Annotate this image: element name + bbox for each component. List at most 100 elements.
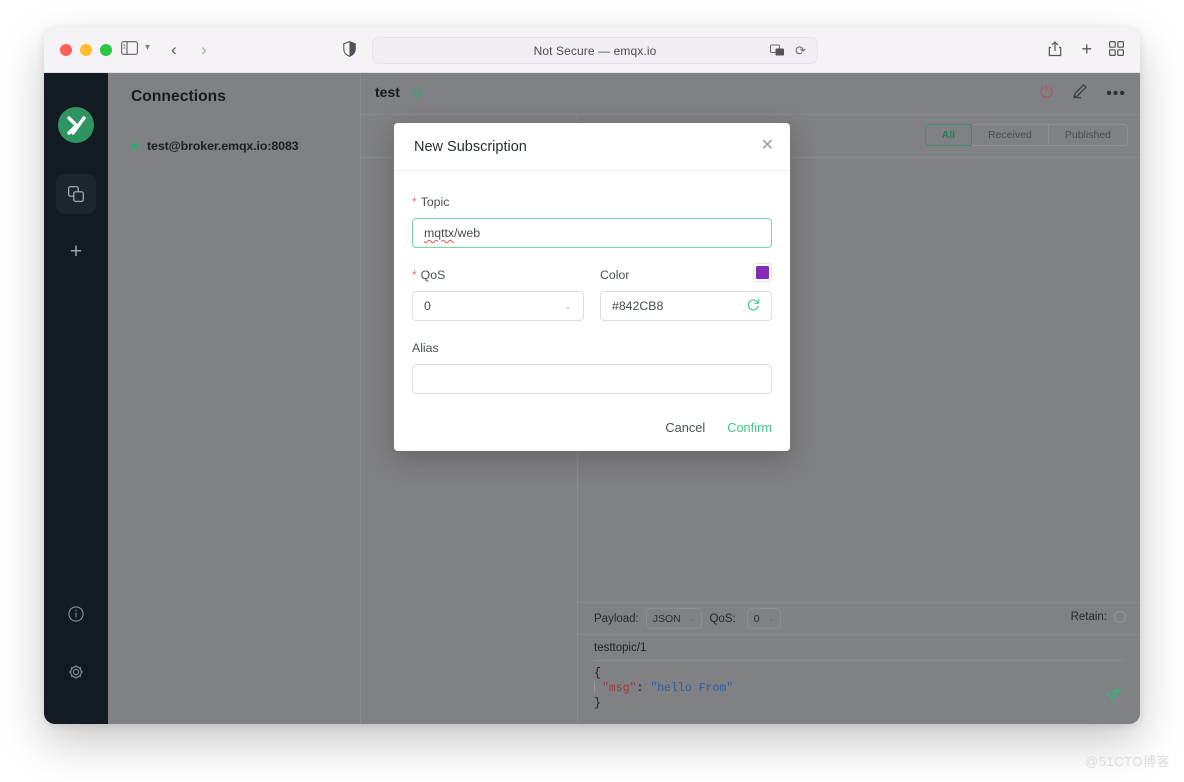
filter-received-button[interactable]: Received	[972, 124, 1049, 146]
topic-label: * Topic	[412, 195, 772, 209]
connection-header: test	[361, 73, 1140, 115]
message-filter-group: All Received Published	[925, 124, 1128, 146]
code-key: "msg"	[602, 682, 637, 695]
confirm-button[interactable]: Confirm	[727, 420, 772, 435]
browser-window: ▾ ‹ › Not Secure — emqx.io ⟳	[44, 28, 1140, 724]
chevron-down-icon: ⌄	[564, 301, 572, 312]
qos-field: * QoS 0 ⌄	[412, 268, 584, 321]
alias-field: Alias	[412, 341, 772, 394]
sidebar-item-add[interactable]: +	[56, 232, 96, 272]
more-horizontal-icon[interactable]: •••	[1106, 89, 1126, 99]
connection-header-actions: •••	[1039, 83, 1126, 104]
connection-label: test@broker.emqx.io:8083	[147, 139, 299, 153]
alias-label-text: Alias	[412, 341, 439, 355]
qos-select[interactable]: 0 ⌄	[412, 291, 584, 321]
color-swatch-inner	[756, 266, 769, 279]
connection-name: test	[375, 84, 400, 100]
send-paper-plane-icon[interactable]	[1104, 687, 1122, 710]
connections-title: Connections	[131, 88, 226, 106]
power-icon[interactable]	[1039, 84, 1054, 104]
connection-list-item[interactable]: test@broker.emqx.io:8083	[108, 125, 360, 167]
close-window-button[interactable]	[60, 44, 72, 56]
sidebar-item-info[interactable]	[56, 594, 96, 634]
publish-payload-value: JSON	[653, 613, 681, 625]
sidebar-item-connections[interactable]	[56, 174, 96, 214]
sidebar-item-settings[interactable]	[56, 652, 96, 692]
code-line-pair: "msg": "hello From"	[594, 681, 1124, 696]
qos-value: 0	[424, 299, 431, 313]
window-traffic-lights	[60, 44, 112, 56]
edit-pencil-icon[interactable]	[1072, 83, 1088, 104]
sidebar-toggle-icon[interactable]	[121, 41, 138, 55]
tab-overview-icon[interactable]	[1109, 41, 1124, 56]
mqttx-logo-icon	[58, 107, 94, 143]
publish-payload-label: Payload:	[594, 613, 639, 625]
retain-toggle[interactable]	[1114, 611, 1126, 623]
color-swatch[interactable]	[753, 263, 772, 282]
code-value: "hello From"	[650, 682, 733, 695]
required-marker: *	[412, 198, 417, 207]
retain-control[interactable]: Retain:	[1071, 611, 1126, 623]
shield-icon[interactable]	[343, 41, 356, 57]
new-tab-icon[interactable]: +	[1081, 39, 1092, 60]
qos-label-text: QoS	[421, 268, 446, 282]
reload-icon[interactable]: ⟳	[795, 43, 806, 59]
publish-payload-select[interactable]: JSON ⌄	[646, 608, 703, 629]
publish-box: Payload: JSON ⌄ QoS: 0 ⌄ Retai	[578, 602, 1140, 724]
color-label: Color	[600, 268, 772, 282]
code-open-brace: {	[594, 667, 601, 680]
dialog-title: New Subscription	[414, 139, 527, 155]
dialog-header: New Subscription ✕	[394, 123, 790, 171]
cancel-button[interactable]: Cancel	[665, 420, 705, 435]
filter-all-button[interactable]: All	[925, 124, 972, 146]
nav-forward-icon[interactable]: ›	[201, 40, 207, 60]
qos-color-row: * QoS 0 ⌄ Color	[412, 268, 772, 321]
address-bar[interactable]: Not Secure — emqx.io ⟳	[372, 37, 818, 64]
publish-payload-editor[interactable]: { "msg": "hello From" }	[594, 660, 1124, 711]
app-left-rail: +	[44, 73, 108, 724]
watermark: @51CTO博客	[1085, 751, 1170, 770]
color-label-text: Color	[600, 268, 629, 282]
alias-input[interactable]	[412, 364, 772, 394]
new-subscription-dialog: New Subscription ✕ * Topic mqttx/web	[394, 123, 790, 451]
topic-input[interactable]: mqttx/web	[412, 218, 772, 248]
filter-published-button[interactable]: Published	[1049, 124, 1128, 146]
publish-qos-label: QoS:	[709, 613, 735, 625]
reader-view-icon[interactable]	[770, 44, 785, 62]
address-bar-text: Not Secure — emqx.io	[534, 44, 657, 58]
code-line-close: }	[594, 696, 1124, 711]
chevron-double-down-icon[interactable]	[410, 85, 425, 105]
topic-label-text: Topic	[421, 195, 450, 209]
publish-qos-select[interactable]: 0 ⌄	[747, 608, 782, 629]
plus-icon: +	[70, 240, 82, 264]
publish-options: Payload: JSON ⌄ QoS: 0 ⌄ Retai	[578, 603, 1140, 635]
color-hex-input[interactable]: #842CB8	[600, 291, 772, 321]
color-field: Color #842CB8	[600, 268, 772, 321]
alias-label: Alias	[412, 341, 772, 355]
publish-qos-value: 0	[754, 613, 760, 625]
maximize-window-button[interactable]	[100, 44, 112, 56]
color-hex-value: #842CB8	[612, 299, 663, 313]
topic-value-rest: /web	[454, 226, 480, 240]
code-colon: :	[637, 682, 644, 695]
publish-topic-input[interactable]: testtopic/1	[578, 635, 1140, 654]
minimize-window-button[interactable]	[80, 44, 92, 56]
qos-label: * QoS	[412, 268, 584, 282]
dialog-body: * Topic mqttx/web * QoS 0	[394, 171, 790, 394]
chevron-down-icon: ⌄	[689, 614, 696, 623]
indent-guide	[594, 681, 595, 693]
topic-field: * Topic mqttx/web	[412, 195, 772, 248]
topic-value-misspelled: mqttx	[424, 226, 454, 240]
close-icon[interactable]: ✕	[761, 138, 774, 154]
code-line-open: {	[594, 666, 1124, 681]
browser-toolbar: ▾ ‹ › Not Secure — emqx.io ⟳	[44, 28, 1140, 73]
chevron-down-icon: ⌄	[768, 614, 775, 623]
retain-label: Retain:	[1071, 611, 1107, 623]
nav-back-icon[interactable]: ‹	[171, 40, 177, 60]
share-icon[interactable]	[1048, 40, 1062, 57]
dialog-footer: Cancel Confirm	[394, 394, 790, 451]
refresh-icon[interactable]	[747, 298, 760, 314]
connection-status-dot	[131, 143, 138, 150]
chevron-down-icon[interactable]: ▾	[145, 42, 150, 53]
required-marker: *	[412, 271, 417, 280]
